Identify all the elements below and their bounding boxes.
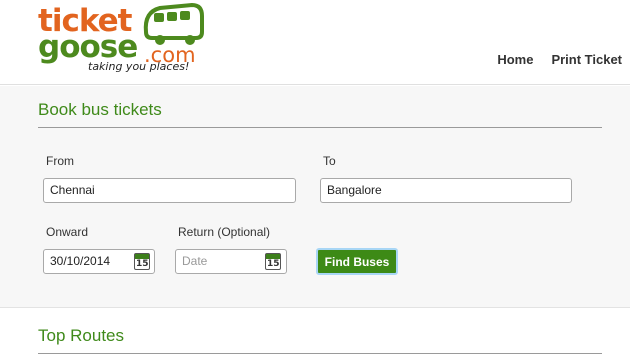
nav-print-ticket-link[interactable]: Print Ticket: [551, 52, 622, 67]
top-nav: Home Print Ticket: [497, 52, 622, 67]
ticketgoose-logo[interactable]: ticket goose .com taking you places!: [36, 2, 206, 78]
site-header: ticket goose .com taking you places! Hom…: [0, 0, 630, 85]
onward-calendar-icon[interactable]: 15: [134, 253, 150, 270]
logo-tagline: taking you places!: [88, 60, 190, 73]
top-routes-title: Top Routes: [38, 326, 124, 345]
onward-label: Onward: [46, 225, 89, 239]
logo-goose-text: goose: [38, 29, 138, 65]
to-label: To: [323, 154, 336, 168]
top-routes-divider: [38, 353, 602, 354]
return-label: Return (Optional): [178, 225, 271, 239]
to-input[interactable]: Bangalore: [320, 178, 572, 203]
booking-title-divider: [38, 127, 602, 128]
booking-title: Book bus tickets: [38, 100, 162, 119]
from-input[interactable]: Chennai: [43, 178, 296, 203]
return-calendar-icon[interactable]: 15: [265, 253, 281, 270]
from-label: From: [46, 154, 74, 168]
booking-panel: Book bus tickets From Chennai To Bangalo…: [0, 86, 630, 308]
find-buses-button[interactable]: Find Buses: [316, 248, 398, 275]
nav-home-link[interactable]: Home: [497, 52, 533, 67]
